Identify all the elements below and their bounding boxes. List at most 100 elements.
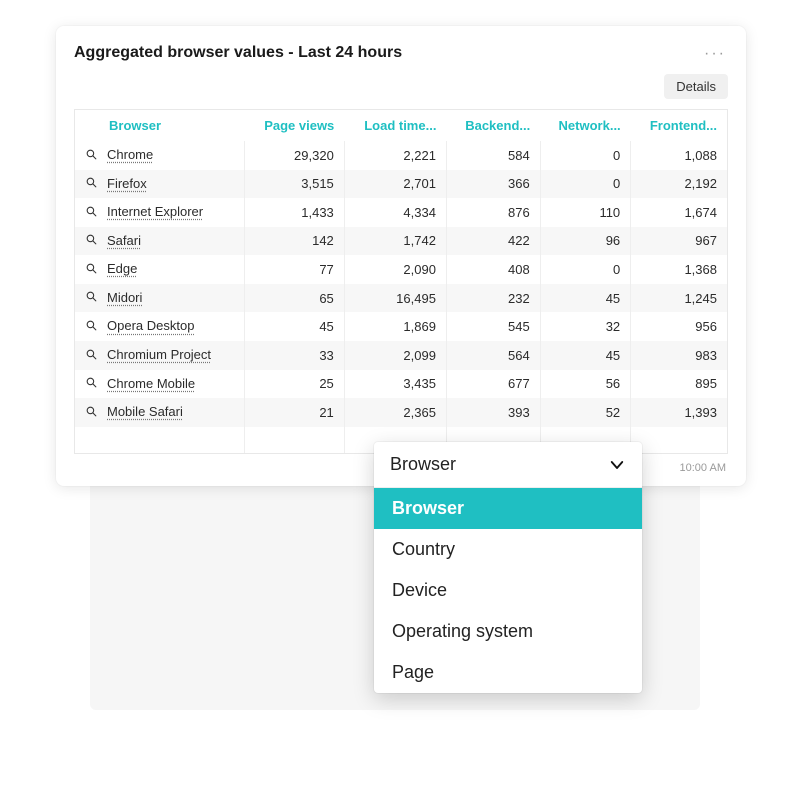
cell-page-views: 45 — [245, 312, 345, 341]
details-row: Details — [74, 74, 728, 99]
browser-name-link[interactable]: Chrome Mobile — [107, 376, 195, 391]
table-row: Internet Explorer 1,4334,3348761101,674 — [75, 198, 727, 227]
data-table-wrap: Browser Page views Load time... Backend.… — [74, 109, 728, 454]
cell-load-time: 1,869 — [344, 312, 446, 341]
cell-page-views: 1,433 — [245, 198, 345, 227]
col-header-browser[interactable]: Browser — [75, 110, 245, 141]
table-row: Chrome29,3202,22158401,088 — [75, 141, 727, 170]
cell-frontend: 1,393 — [631, 398, 727, 427]
search-icon[interactable] — [85, 148, 101, 164]
table-row: Midori 6516,495232451,245 — [75, 284, 727, 313]
browser-name-link[interactable]: Midori — [107, 290, 142, 305]
search-icon[interactable] — [85, 176, 101, 192]
table-row: Edge 772,09040801,368 — [75, 255, 727, 284]
cell-network: 0 — [540, 141, 630, 170]
col-header-backend[interactable]: Backend... — [446, 110, 540, 141]
search-icon[interactable] — [85, 262, 101, 278]
cell-page-views: 29,320 — [245, 141, 345, 170]
cell-page-views: 142 — [245, 227, 345, 256]
cell-backend: 232 — [446, 284, 540, 313]
cell-network: 56 — [540, 370, 630, 399]
cell-frontend: 1,674 — [631, 198, 727, 227]
browser-name-link[interactable]: Chrome — [107, 147, 153, 162]
dropdown-option[interactable]: Country — [374, 529, 642, 570]
table-row: Opera Desktop 451,86954532956 — [75, 312, 727, 341]
search-icon[interactable] — [85, 405, 101, 421]
cell-network: 32 — [540, 312, 630, 341]
table-row: Safari 1421,74242296967 — [75, 227, 727, 256]
col-header-page-views[interactable]: Page views — [245, 110, 345, 141]
cell-backend: 677 — [446, 370, 540, 399]
table-row: Chromium Project332,09956445983 — [75, 341, 727, 370]
cell-backend: 545 — [446, 312, 540, 341]
browser-name-link[interactable]: Safari — [107, 233, 141, 248]
cell-backend: 564 — [446, 341, 540, 370]
dropdown-option[interactable]: Operating system — [374, 611, 642, 652]
cell-frontend: 956 — [631, 312, 727, 341]
cell-frontend: 2,192 — [631, 170, 727, 199]
cell-network: 0 — [540, 170, 630, 199]
browser-name-link[interactable]: Opera Desktop — [107, 318, 194, 333]
cell-page-views: 33 — [245, 341, 345, 370]
cell-frontend: 967 — [631, 227, 727, 256]
chevron-down-icon — [608, 456, 626, 474]
browser-name-link[interactable]: Mobile Safari — [107, 404, 183, 419]
col-header-frontend[interactable]: Frontend... — [631, 110, 727, 141]
table-row: Mobile Safari212,365393521,393 — [75, 398, 727, 427]
dropdown-option[interactable]: Browser — [374, 488, 642, 529]
cell-frontend: 1,245 — [631, 284, 727, 313]
cell-page-views: 21 — [245, 398, 345, 427]
cell-load-time: 2,221 — [344, 141, 446, 170]
table-row: Chrome Mobile253,43567756895 — [75, 370, 727, 399]
search-icon[interactable] — [85, 319, 101, 335]
cell-load-time: 16,495 — [344, 284, 446, 313]
browser-name-link[interactable]: Internet Explorer — [107, 204, 203, 219]
card-title: Aggregated browser values - Last 24 hour… — [74, 44, 402, 62]
details-button[interactable]: Details — [664, 74, 728, 99]
more-menu-icon[interactable]: ··· — [702, 44, 728, 64]
col-header-network[interactable]: Network... — [540, 110, 630, 141]
cell-load-time: 1,742 — [344, 227, 446, 256]
cell-backend: 422 — [446, 227, 540, 256]
cell-network: 0 — [540, 255, 630, 284]
dropdown-list: BrowserCountryDeviceOperating systemPage — [374, 488, 642, 693]
browser-name-link[interactable]: Chromium Project — [107, 347, 211, 362]
cell-backend: 408 — [446, 255, 540, 284]
search-icon[interactable] — [85, 290, 101, 306]
cell-network: 110 — [540, 198, 630, 227]
dropdown-selected-label: Browser — [390, 454, 456, 475]
facet-dropdown: Browser BrowserCountryDeviceOperating sy… — [374, 442, 642, 693]
cell-network: 52 — [540, 398, 630, 427]
cell-load-time: 2,090 — [344, 255, 446, 284]
cell-load-time: 3,435 — [344, 370, 446, 399]
search-icon[interactable] — [85, 233, 101, 249]
cell-network: 96 — [540, 227, 630, 256]
search-icon[interactable] — [85, 205, 101, 221]
cell-backend: 584 — [446, 141, 540, 170]
table-row: Firefox 3,5152,70136602,192 — [75, 170, 727, 199]
analytics-card: Aggregated browser values - Last 24 hour… — [56, 26, 746, 486]
data-table: Browser Page views Load time... Backend.… — [75, 110, 727, 453]
cell-page-views: 65 — [245, 284, 345, 313]
cell-frontend: 983 — [631, 341, 727, 370]
cell-page-views: 77 — [245, 255, 345, 284]
dropdown-trigger[interactable]: Browser — [374, 442, 642, 488]
card-header: Aggregated browser values - Last 24 hour… — [74, 44, 728, 64]
browser-name-link[interactable]: Firefox — [107, 176, 147, 191]
cell-network: 45 — [540, 284, 630, 313]
table-header-row: Browser Page views Load time... Backend.… — [75, 110, 727, 141]
cell-frontend: 1,368 — [631, 255, 727, 284]
cell-backend: 876 — [446, 198, 540, 227]
cell-page-views: 25 — [245, 370, 345, 399]
search-icon[interactable] — [85, 376, 101, 392]
cell-page-views: 3,515 — [245, 170, 345, 199]
cell-load-time: 4,334 — [344, 198, 446, 227]
col-header-load-time[interactable]: Load time... — [344, 110, 446, 141]
dropdown-option[interactable]: Device — [374, 570, 642, 611]
browser-name-link[interactable]: Edge — [107, 261, 137, 276]
cell-load-time: 2,701 — [344, 170, 446, 199]
dropdown-option[interactable]: Page — [374, 652, 642, 693]
cell-network: 45 — [540, 341, 630, 370]
cell-backend: 366 — [446, 170, 540, 199]
search-icon[interactable] — [85, 348, 101, 364]
